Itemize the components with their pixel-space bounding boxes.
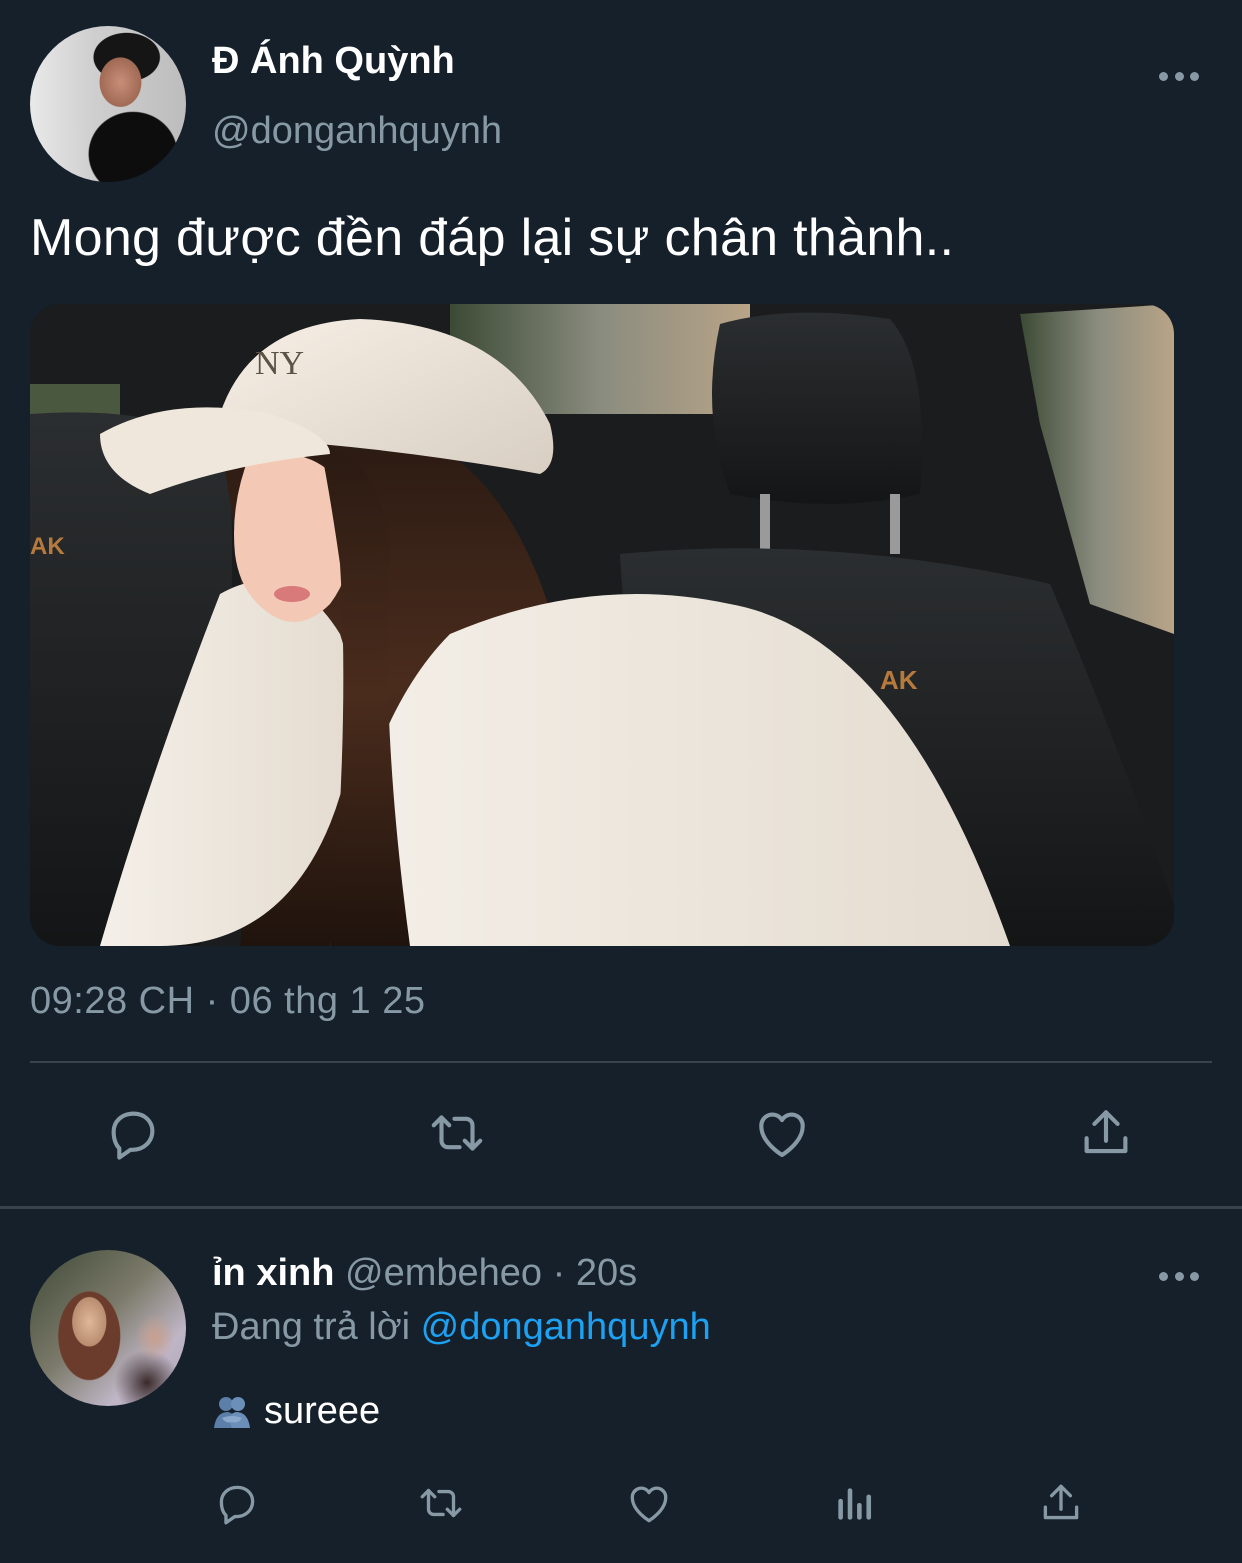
tweet-photo[interactable]: AK AK NY bbox=[30, 304, 1174, 946]
replying-to-handle-link[interactable]: @donganhquynh bbox=[421, 1306, 711, 1348]
retweet-icon[interactable] bbox=[426, 1102, 488, 1164]
svg-text:AK: AK bbox=[880, 665, 918, 695]
dot bbox=[1174, 1271, 1184, 1281]
people-hugging-emoji-icon bbox=[212, 1392, 252, 1432]
reply-header: ỉn xinh @embeheo · 20s bbox=[212, 1252, 637, 1295]
reply-icon[interactable] bbox=[102, 1102, 164, 1164]
dot bbox=[1174, 71, 1184, 81]
svg-text:AK: AK bbox=[30, 533, 65, 560]
retweet-icon[interactable] bbox=[416, 1478, 466, 1528]
svg-text:NY: NY bbox=[255, 345, 304, 382]
replying-to: Đang trả lời @donganhquynh bbox=[212, 1306, 711, 1349]
heart-icon[interactable] bbox=[751, 1102, 813, 1164]
dot bbox=[1190, 71, 1199, 81]
separator-dot: · bbox=[552, 1252, 566, 1294]
replying-to-label: Đang trả lời bbox=[212, 1306, 411, 1348]
author-avatar[interactable] bbox=[30, 26, 186, 182]
reply-handle[interactable]: @embeheo bbox=[345, 1252, 542, 1294]
reply-time: 20s bbox=[575, 1252, 638, 1294]
author-handle[interactable]: @donganhquynh bbox=[212, 110, 502, 153]
share-icon[interactable] bbox=[1075, 1102, 1137, 1164]
tweet-text: Mong được đền đáp lại sự chân thành.. bbox=[30, 209, 955, 267]
heart-icon[interactable] bbox=[624, 1478, 674, 1528]
reply-author-avatar[interactable] bbox=[30, 1250, 186, 1406]
tweet-timestamp: 09:28 CH · 06 thg 1 25 bbox=[30, 980, 426, 1022]
author-display-name[interactable]: Đ Ánh Quỳnh bbox=[212, 40, 455, 83]
divider bbox=[30, 1061, 1212, 1063]
dot bbox=[1159, 1271, 1168, 1281]
reply-body-text: sureee bbox=[264, 1390, 381, 1432]
reply-icon[interactable] bbox=[212, 1478, 262, 1528]
divider bbox=[0, 1206, 1242, 1209]
reply-text: sureee bbox=[212, 1390, 380, 1433]
analytics-icon[interactable] bbox=[830, 1478, 880, 1528]
dot bbox=[1190, 1271, 1199, 1281]
more-options-icon[interactable] bbox=[1159, 70, 1199, 82]
reply-display-name[interactable]: ỉn xinh bbox=[212, 1252, 334, 1294]
share-icon[interactable] bbox=[1036, 1478, 1086, 1528]
photo-illustration: AK AK NY bbox=[30, 304, 1174, 946]
more-options-icon[interactable] bbox=[1159, 1270, 1199, 1282]
dot bbox=[1159, 71, 1168, 81]
